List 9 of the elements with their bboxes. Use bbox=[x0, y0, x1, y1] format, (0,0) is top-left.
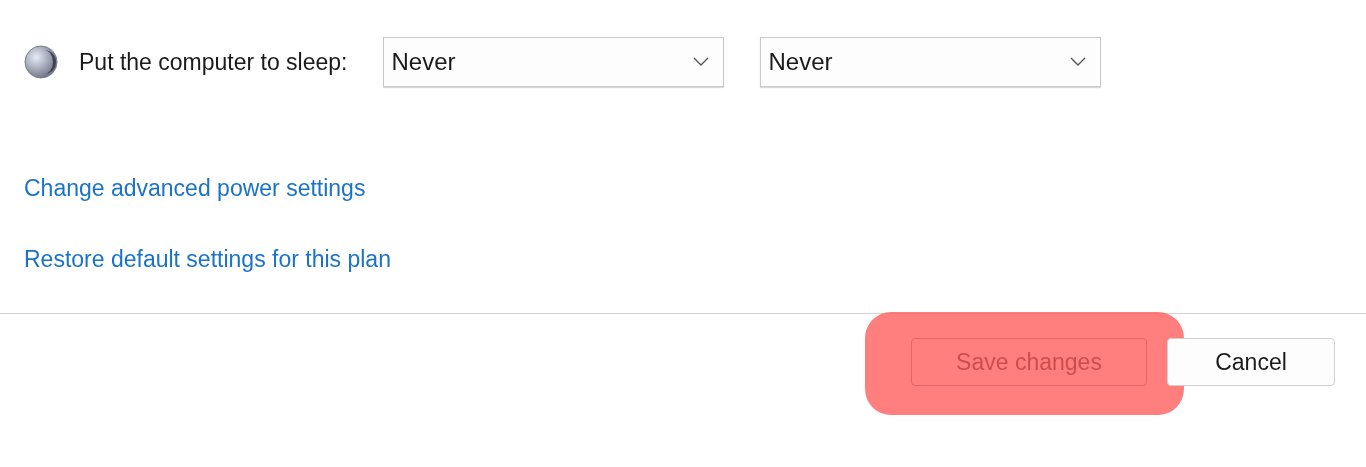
settings-link[interactable]: Change advanced power settings bbox=[24, 175, 366, 202]
chevron-down-icon bbox=[1069, 57, 1086, 67]
cancel-button[interactable]: Cancel bbox=[1167, 338, 1335, 386]
setting-label: Put the computer to sleep: bbox=[79, 48, 348, 76]
settings-link[interactable]: Restore default settings for this plan bbox=[24, 246, 391, 273]
moon-icon bbox=[24, 45, 58, 79]
sleep-dropdown[interactable]: Never bbox=[382, 37, 724, 87]
sleep-dropdown[interactable]: Never bbox=[759, 37, 1101, 87]
chevron-down-icon bbox=[692, 57, 709, 67]
